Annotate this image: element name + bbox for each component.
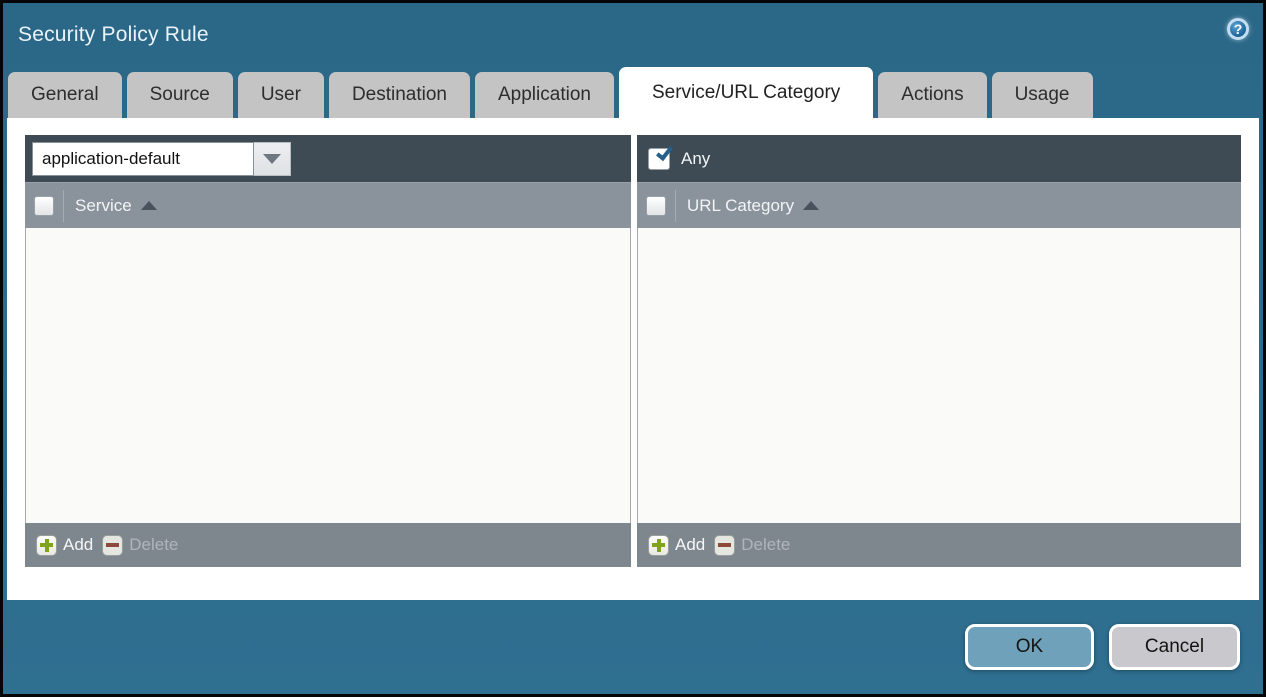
tab-actions[interactable]: Actions: [878, 72, 986, 118]
tab-usage[interactable]: Usage: [992, 72, 1093, 118]
service-select-all-checkbox[interactable]: [34, 196, 54, 216]
service-type-input[interactable]: [32, 142, 254, 176]
url-category-panel: Any URL Category Add Delete: [637, 135, 1241, 567]
tab-strip: General Source User Destination Applicat…: [8, 67, 1263, 118]
tab-service-url-category[interactable]: Service/URL Category: [619, 67, 873, 118]
sort-ascending-icon: [141, 201, 157, 210]
service-list-body: [25, 228, 631, 523]
sort-ascending-icon: [803, 201, 819, 210]
ok-button[interactable]: OK: [965, 624, 1094, 670]
help-button[interactable]: ?: [1227, 18, 1249, 40]
url-category-list-body: [637, 228, 1241, 523]
url-category-column-label: URL Category: [687, 196, 794, 216]
delete-button-label: Delete: [741, 535, 790, 555]
tab-general[interactable]: General: [8, 72, 122, 118]
url-category-delete-button[interactable]: Delete: [714, 535, 790, 556]
url-category-sort-header[interactable]: URL Category: [687, 196, 819, 216]
page-title: Security Policy Rule: [18, 23, 209, 47]
checkmark-icon: [656, 142, 673, 160]
cancel-button[interactable]: Cancel: [1109, 624, 1240, 670]
service-panel-footer: Add Delete: [25, 523, 631, 567]
minus-icon: [714, 535, 735, 556]
url-category-add-button[interactable]: Add: [648, 535, 705, 556]
tab-content-area: Service Add Delete: [7, 118, 1259, 600]
url-category-panel-header: Any: [637, 135, 1241, 182]
service-type-dropdown: [32, 142, 291, 176]
any-checkbox[interactable]: [648, 148, 670, 170]
chevron-down-icon: [263, 154, 281, 164]
delete-button-label: Delete: [129, 535, 178, 555]
any-label: Any: [681, 149, 710, 169]
tab-source[interactable]: Source: [127, 72, 233, 118]
add-button-label: Add: [675, 535, 705, 555]
plus-icon: [648, 535, 669, 556]
tab-user[interactable]: User: [238, 72, 324, 118]
dialog-button-bar: OK Cancel: [3, 600, 1263, 694]
service-panel: Service Add Delete: [25, 135, 631, 567]
column-divider: [63, 190, 64, 222]
tab-application[interactable]: Application: [475, 72, 614, 118]
service-column-label: Service: [75, 196, 132, 216]
plus-icon: [36, 535, 57, 556]
security-policy-rule-dialog: Security Policy Rule ? General Source Us…: [0, 0, 1266, 697]
url-category-column-header: URL Category: [637, 182, 1241, 228]
question-mark-icon: ?: [1234, 21, 1243, 37]
service-column-header: Service: [25, 182, 631, 228]
dropdown-arrow-button[interactable]: [254, 142, 291, 176]
column-divider: [675, 190, 676, 222]
minus-icon: [102, 535, 123, 556]
tab-destination[interactable]: Destination: [329, 72, 470, 118]
service-delete-button[interactable]: Delete: [102, 535, 178, 556]
url-category-panel-footer: Add Delete: [637, 523, 1241, 567]
url-category-select-all-checkbox[interactable]: [646, 196, 666, 216]
title-bar: Security Policy Rule ?: [3, 3, 1263, 67]
service-panel-header: [25, 135, 631, 182]
service-sort-header[interactable]: Service: [75, 196, 157, 216]
service-add-button[interactable]: Add: [36, 535, 93, 556]
add-button-label: Add: [63, 535, 93, 555]
